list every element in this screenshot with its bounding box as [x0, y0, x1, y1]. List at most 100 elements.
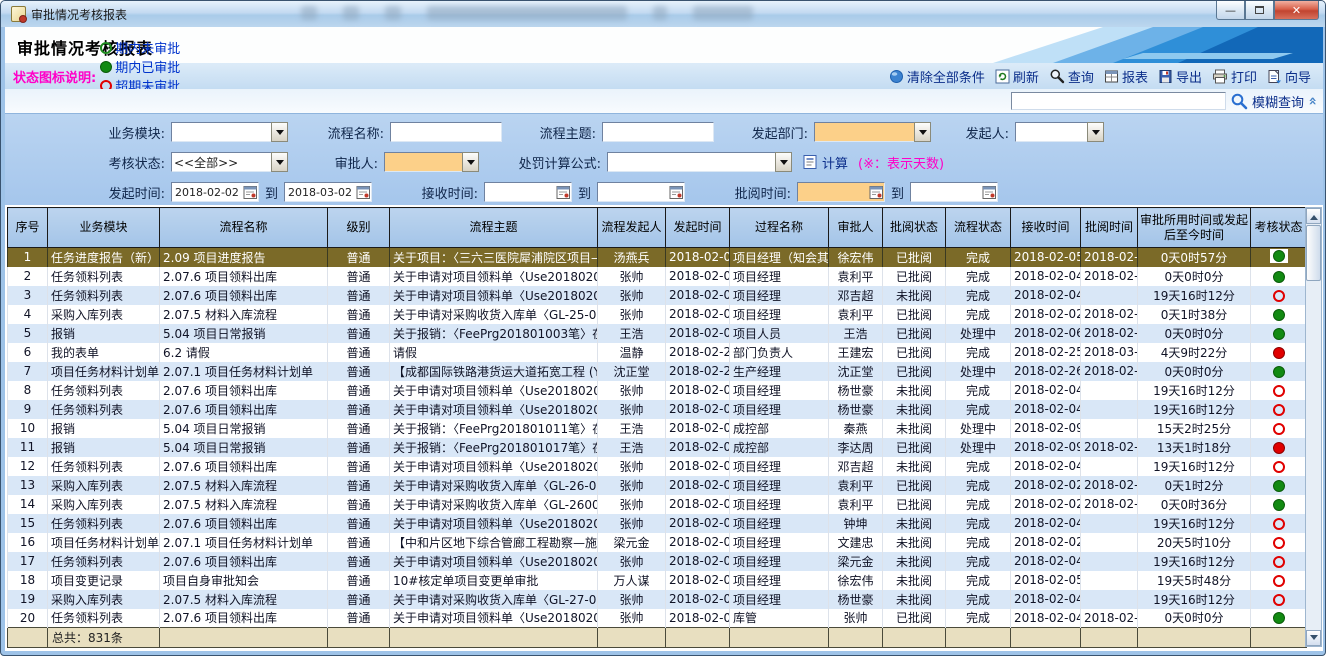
table-row[interactable]: 6我的表单6.2 请假普通请假温静2018-02-25部门负责人王建宏已批阅完成… — [8, 343, 1307, 362]
report-icon — [1104, 69, 1119, 84]
calendar-icon[interactable] — [982, 185, 997, 200]
review-time-to-field[interactable] — [910, 182, 998, 202]
column-header[interactable]: 流程主题 — [390, 208, 598, 248]
column-header[interactable]: 流程状态 — [946, 208, 1011, 248]
export-button[interactable]: 导出 — [1158, 67, 1202, 86]
scroll-up-icon[interactable] — [1306, 208, 1321, 224]
close-button[interactable]: ✕ — [1274, 1, 1319, 20]
table-row[interactable]: 14采购入库列表2.07.5 材料入库流程普通关于申请对采购收货入库单〈GL-2… — [8, 495, 1307, 514]
flow-subject-input[interactable] — [602, 122, 714, 142]
chevron-down-icon[interactable] — [1087, 122, 1104, 142]
calendar-icon[interactable] — [669, 185, 684, 200]
table-row[interactable]: 4采购入库列表2.07.5 材料入库流程普通关于申请对采购收货入库单〈GL-25… — [8, 305, 1307, 324]
collapse-chevron-icon[interactable]: « — [1304, 96, 1320, 105]
calendar-icon[interactable] — [869, 185, 884, 200]
column-header[interactable]: 接收时间 — [1011, 208, 1081, 248]
table-row[interactable]: 11报销5.04 项目日常报销普通关于报销：〈FeePrg201801017笔〉… — [8, 438, 1307, 457]
refresh-button[interactable]: 刷新 — [995, 67, 1039, 86]
table-row[interactable]: 13采购入库列表2.07.5 材料入库流程普通关于申请对采购收货入库单〈GL-2… — [8, 476, 1307, 495]
calendar-icon[interactable] — [556, 185, 571, 200]
cell-flow-starter: 张帅 — [598, 305, 666, 324]
cell-start-date: 2018-02-04 — [666, 590, 730, 609]
table-row[interactable]: 15任务领料列表2.07.6 项目领料出库普通关于申请对项目领料单〈Use201… — [8, 514, 1307, 533]
cell-review-status: 已批阅 — [883, 495, 946, 514]
calculate-icon[interactable] — [802, 154, 818, 170]
cell-duration: 0天0时0分 — [1138, 609, 1251, 628]
penalty-formula-select[interactable] — [607, 152, 792, 172]
cell-seq: 12 — [8, 457, 48, 476]
approver-select[interactable] — [384, 152, 479, 172]
cell-review-date — [1081, 590, 1138, 609]
column-header[interactable]: 批阅时间 — [1081, 208, 1138, 248]
cell-receive-date: 2018-02-04 — [1011, 381, 1081, 400]
assess-status-select[interactable]: <<全部>> — [171, 152, 288, 172]
vertical-scrollbar[interactable] — [1305, 207, 1322, 647]
print-button[interactable]: 打印 — [1212, 67, 1257, 86]
table-row[interactable]: 9任务领料列表2.07.6 项目领料出库普通关于申请对项目领料单〈Use2018… — [8, 400, 1307, 419]
receive-time-from-field[interactable] — [484, 182, 572, 202]
table-row[interactable]: 18项目变更记录项目自身审批知会普通10#核定单项目变更单审批万人谋2018-0… — [8, 571, 1307, 590]
cell-review-date — [1081, 533, 1138, 552]
start-time-from-field[interactable]: 2018-02-02 — [171, 182, 259, 202]
table-row[interactable]: 1任务进度报告（新）2.09 项目进度报告普通关于项目：〈三六三医院犀浦院区项目… — [8, 248, 1307, 267]
scrollbar-thumb[interactable] — [1306, 225, 1321, 281]
table-row[interactable]: 5报销5.04 项目日常报销普通关于报销：〈FeePrg201801003笔〉在… — [8, 324, 1307, 343]
chevron-down-icon[interactable] — [775, 152, 792, 172]
fuzzy-search-input[interactable] — [1011, 92, 1226, 110]
table-row[interactable]: 7项目任务材料计划单2.07.1 项目任务材料计划单普通【成都国际铁路港货运大道… — [8, 362, 1307, 381]
column-header[interactable]: 业务模块 — [48, 208, 160, 248]
tool-button-label: 导出 — [1176, 67, 1202, 86]
column-header[interactable]: 发起时间 — [666, 208, 730, 248]
receive-time-to-field[interactable] — [597, 182, 685, 202]
cell-flow-status: 处理中 — [946, 362, 1011, 381]
wizard-button[interactable]: 向导 — [1267, 67, 1311, 86]
start-dept-select[interactable] — [814, 122, 931, 142]
column-header[interactable]: 序号 — [8, 208, 48, 248]
starter-select[interactable] — [1015, 122, 1104, 142]
cell-flow-name: 2.07.6 项目领料出库 — [160, 400, 328, 419]
fuzzy-search-icon[interactable] — [1230, 92, 1248, 110]
table-row[interactable]: 10报销5.04 项目日常报销普通关于报销：〈FeePrg201801011笔〉… — [8, 419, 1307, 438]
column-header[interactable]: 级别 — [328, 208, 390, 248]
chevron-down-icon[interactable] — [271, 152, 288, 172]
table-row[interactable]: 20任务领料列表2.07.6 项目领料出库普通关于申请对项目领料单〈Use201… — [8, 609, 1307, 628]
fuzzy-search-label[interactable]: 模糊查询 — [1252, 92, 1304, 111]
calendar-icon[interactable] — [356, 185, 371, 200]
column-header[interactable]: 考核状态 — [1251, 208, 1307, 248]
table-row[interactable]: 16项目任务材料计划单2.07.1 项目任务材料计划单普通【中和片区地下综合管廊… — [8, 533, 1307, 552]
cell-flow-status: 完成 — [946, 552, 1011, 571]
query-button[interactable]: 查询 — [1049, 67, 1094, 86]
table-row[interactable]: 3任务领料列表2.07.6 项目领料出库普通关于申请对项目领料单〈Use2018… — [8, 286, 1307, 305]
scroll-down-icon[interactable] — [1306, 630, 1321, 646]
cell-duration: 19天16时12分 — [1138, 514, 1251, 533]
assess-status-label: 考核状态: — [5, 153, 165, 172]
column-header[interactable]: 批阅状态 — [883, 208, 946, 248]
maximize-button[interactable] — [1245, 1, 1274, 20]
calendar-icon[interactable] — [243, 185, 258, 200]
cell-flow-subject: 关于项目：〈三六三医院犀浦院区项目— — [390, 248, 598, 267]
column-header[interactable]: 过程名称 — [730, 208, 829, 248]
table-row[interactable]: 8任务领料列表2.07.6 项目领料出库普通关于申请对项目领料单〈Use2018… — [8, 381, 1307, 400]
table-row[interactable]: 2任务领料列表2.07.6 项目领料出库普通关于申请对项目领料单〈Use2018… — [8, 267, 1307, 286]
column-header[interactable]: 审批所用时间或发起后至今时间 — [1138, 208, 1251, 248]
chevron-down-icon[interactable] — [914, 122, 931, 142]
green-filled-circle-icon — [1273, 612, 1285, 624]
table-row[interactable]: 19采购入库列表2.07.5 材料入库流程普通关于申请对采购收货入库单〈GL-2… — [8, 590, 1307, 609]
report-button[interactable]: 报表 — [1104, 67, 1148, 86]
starter-label: 发起人: — [947, 123, 1009, 142]
column-header[interactable]: 流程名称 — [160, 208, 328, 248]
cell-review-status: 未批阅 — [883, 286, 946, 305]
flow-name-input[interactable] — [390, 122, 502, 142]
column-header[interactable]: 审批人 — [829, 208, 883, 248]
chevron-down-icon[interactable] — [462, 152, 479, 172]
table-row[interactable]: 12任务领料列表2.07.6 项目领料出库普通关于申请对项目领料单〈Use201… — [8, 457, 1307, 476]
clear-all-conditions-button[interactable]: 清除全部条件 — [889, 67, 985, 86]
business-module-select[interactable] — [171, 122, 288, 142]
review-time-from-field[interactable] — [797, 182, 885, 202]
table-row[interactable]: 17任务领料列表2.07.6 项目领料出库普通关于申请对项目领料单〈Use201… — [8, 552, 1307, 571]
chevron-down-icon[interactable] — [271, 122, 288, 142]
column-header[interactable]: 流程发起人 — [598, 208, 666, 248]
calculate-button[interactable]: 计算 — [822, 153, 848, 172]
start-time-to-field[interactable]: 2018-03-02 — [284, 182, 372, 202]
minimize-button[interactable]: — — [1216, 1, 1245, 20]
